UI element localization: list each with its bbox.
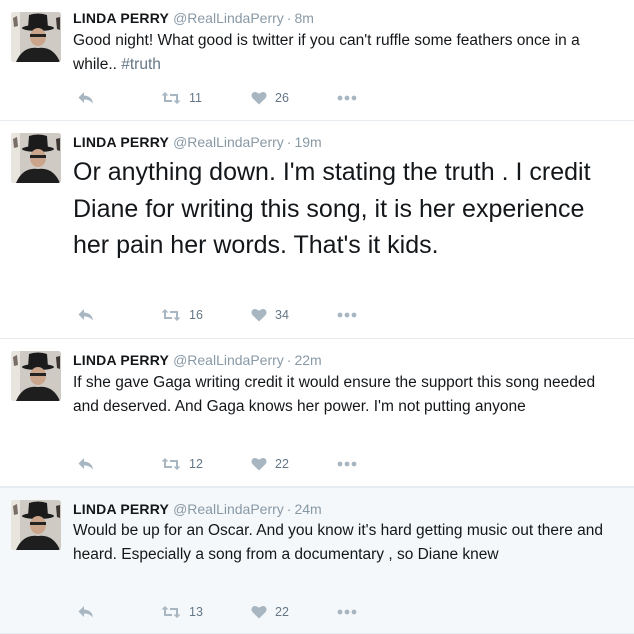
reply-icon — [78, 92, 93, 104]
timestamp[interactable]: 8m — [294, 10, 313, 26]
tweet[interactable]: LINDA PERRY @RealLindaPerry · 22m If she ga… — [0, 339, 634, 487]
tweet[interactable]: LINDA PERRY @RealLindaPerry · 8m Good night… — [0, 0, 634, 121]
reply-button[interactable] — [77, 603, 94, 621]
reply-button[interactable] — [77, 306, 94, 324]
tweet-header: LINDA PERRY @RealLindaPerry · 22m — [73, 351, 322, 369]
like-count: 26 — [275, 91, 289, 105]
heart-icon — [251, 605, 267, 619]
author-handle[interactable]: @RealLindaPerry — [173, 134, 284, 150]
heart-icon — [251, 308, 267, 322]
retweet-button[interactable]: 12 — [161, 455, 203, 473]
retweet-count: 16 — [189, 308, 203, 322]
tweet-actions: 13 22 — [73, 603, 393, 621]
author-name[interactable]: LINDA PERRY — [73, 134, 169, 150]
author-handle[interactable]: @RealLindaPerry — [173, 352, 284, 368]
separator: · — [286, 134, 292, 150]
retweet-button[interactable]: 16 — [161, 306, 203, 324]
avatar-image — [11, 133, 61, 183]
retweet-count: 11 — [189, 91, 202, 105]
timestamp[interactable]: 19m — [294, 134, 321, 150]
like-button[interactable]: 34 — [251, 306, 289, 324]
tweet-actions: 12 22 — [73, 455, 393, 473]
reply-icon — [78, 458, 93, 470]
timestamp[interactable]: 24m — [294, 501, 321, 517]
reply-button[interactable] — [77, 89, 94, 107]
tweet[interactable]: LINDA PERRY @RealLindaPerry · 19m Or anythi… — [0, 121, 634, 339]
separator: · — [286, 10, 292, 26]
avatar[interactable] — [11, 12, 61, 62]
more-dots-icon — [337, 95, 357, 101]
retweet-button[interactable]: 11 — [161, 89, 202, 107]
tweet-header: LINDA PERRY @RealLindaPerry · 24m — [73, 500, 322, 518]
like-count: 22 — [275, 457, 289, 471]
retweet-count: 12 — [189, 457, 203, 471]
avatar[interactable] — [11, 133, 61, 183]
retweet-button[interactable]: 13 — [161, 603, 203, 621]
tweet-text: Good night! What good is twitter if you … — [73, 29, 623, 77]
like-count: 22 — [275, 605, 289, 619]
reply-icon — [78, 309, 93, 321]
author-name[interactable]: LINDA PERRY — [73, 501, 169, 517]
separator: · — [286, 352, 292, 368]
like-button[interactable]: 22 — [251, 603, 289, 621]
more-dots-icon — [337, 312, 357, 318]
like-button[interactable]: 26 — [251, 89, 289, 107]
heart-icon — [251, 91, 267, 105]
retweet-icon — [161, 92, 181, 104]
tweet-actions: 11 26 — [73, 89, 393, 107]
author-name[interactable]: LINDA PERRY — [73, 10, 169, 26]
tweet[interactable]: LINDA PERRY @RealLindaPerry · 24m Would be … — [0, 487, 634, 634]
tweet-timeline: LINDA PERRY @RealLindaPerry · 8m Good night… — [0, 0, 634, 634]
retweet-icon — [161, 309, 181, 321]
retweet-count: 13 — [189, 605, 203, 619]
tweet-text: Would be up for an Oscar. And you know i… — [73, 522, 603, 563]
tweet-header: LINDA PERRY @RealLindaPerry · 8m — [73, 9, 314, 27]
tweet-actions: 16 34 — [73, 306, 393, 324]
more-button[interactable] — [337, 603, 357, 621]
more-dots-icon — [337, 609, 357, 615]
avatar-image — [11, 351, 61, 401]
reply-icon — [78, 606, 93, 618]
separator: · — [286, 501, 292, 517]
author-name[interactable]: LINDA PERRY — [73, 352, 169, 368]
avatar-image — [11, 12, 61, 62]
heart-icon — [251, 457, 267, 471]
timestamp[interactable]: 22m — [294, 352, 321, 368]
like-count: 34 — [275, 308, 289, 322]
retweet-icon — [161, 458, 181, 470]
tweet-text: If she gave Gaga writing credit it would… — [73, 374, 596, 415]
avatar[interactable] — [11, 351, 61, 401]
avatar-image — [11, 500, 61, 550]
tweet-text: Or anything down. I'm stating the truth … — [73, 158, 591, 259]
retweet-icon — [161, 606, 181, 618]
like-button[interactable]: 22 — [251, 455, 289, 473]
reply-button[interactable] — [77, 455, 94, 473]
author-handle[interactable]: @RealLindaPerry — [173, 10, 284, 26]
more-button[interactable] — [337, 89, 357, 107]
author-handle[interactable]: @RealLindaPerry — [173, 501, 284, 517]
more-dots-icon — [337, 461, 357, 467]
more-button[interactable] — [337, 455, 357, 473]
tweet-header: LINDA PERRY @RealLindaPerry · 19m — [73, 133, 322, 151]
avatar[interactable] — [11, 500, 61, 550]
more-button[interactable] — [337, 306, 357, 324]
hashtag-link[interactable]: #truth — [121, 56, 161, 73]
